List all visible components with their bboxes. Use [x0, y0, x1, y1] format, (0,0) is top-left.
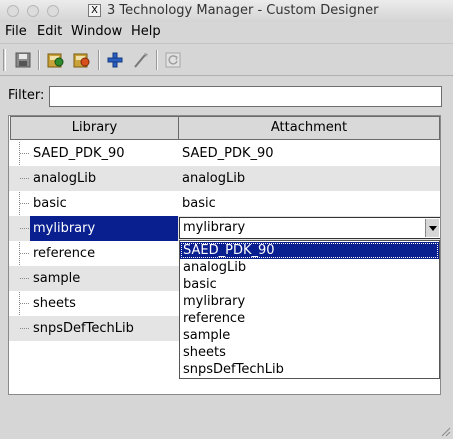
menu-file[interactable]: File: [5, 24, 27, 39]
dropdown-option[interactable]: SAED_PDK_90: [180, 242, 439, 259]
refresh-icon[interactable]: [164, 51, 182, 69]
dropdown-option[interactable]: snpsDefTechLib: [180, 361, 439, 378]
tree-connector: [20, 328, 29, 329]
dropdown-option[interactable]: sample: [180, 327, 439, 344]
combo-dropdown-button[interactable]: [425, 219, 439, 237]
filter-label: Filter:: [8, 88, 45, 103]
library-cell: mylibrary: [33, 221, 96, 236]
menu-help[interactable]: Help: [131, 24, 161, 39]
save-icon[interactable]: [14, 51, 32, 69]
library-cell: analogLib: [33, 171, 97, 186]
dropdown-option[interactable]: basic: [180, 276, 439, 293]
tree-connector: [20, 203, 29, 204]
menu-bar: File Edit Window Help: [0, 22, 453, 42]
export-icon[interactable]: [47, 51, 65, 69]
resize-grip-icon[interactable]: [439, 425, 451, 437]
attachment-cell: analogLib: [182, 171, 246, 186]
library-cell: sample: [33, 271, 81, 286]
tree-connector: [20, 303, 29, 304]
add-icon[interactable]: [106, 51, 124, 69]
minimize-window-button[interactable]: [27, 5, 39, 17]
x11-app-icon: X: [88, 4, 101, 17]
chevron-down-icon: [429, 226, 437, 231]
table-row[interactable]: basic basic: [9, 191, 440, 216]
dropdown-option[interactable]: sheets: [180, 344, 439, 361]
attachment-cell: basic: [182, 196, 216, 211]
toolbar-separator: [98, 50, 100, 70]
library-cell: snpsDefTechLib: [33, 321, 134, 336]
filter-input[interactable]: [49, 86, 442, 107]
menu-window[interactable]: Window: [71, 24, 122, 39]
attachment-cell: SAED_PDK_90: [182, 146, 274, 161]
close-window-button[interactable]: [7, 5, 19, 17]
tree-connector: [20, 278, 29, 279]
dropdown-option[interactable]: analogLib: [180, 259, 439, 276]
toolbar-grip[interactable]: [3, 49, 6, 71]
window-title: 3 Technology Manager - Custom Designer: [107, 3, 379, 18]
toolbar-separator: [156, 50, 158, 70]
dropdown-option[interactable]: reference: [180, 310, 439, 327]
dropdown-option[interactable]: mylibrary: [180, 293, 439, 310]
library-cell: SAED_PDK_90: [33, 146, 125, 161]
library-cell: reference: [33, 246, 96, 261]
toolbar: [0, 43, 453, 76]
import-icon[interactable]: [73, 51, 91, 69]
table-row[interactable]: analogLib analogLib: [9, 166, 440, 191]
attachment-combo-box[interactable]: mylibrary: [179, 217, 440, 239]
column-header-attachment[interactable]: Attachment: [178, 116, 440, 140]
combo-value: mylibrary: [183, 220, 246, 235]
tree-connector: [20, 153, 29, 154]
column-header-library[interactable]: Library: [10, 116, 179, 140]
tree-connector: [20, 228, 29, 229]
table-row[interactable]: SAED_PDK_90 SAED_PDK_90: [9, 141, 440, 166]
title-bar: X 3 Technology Manager - Custom Designer: [0, 0, 453, 23]
menu-edit[interactable]: Edit: [37, 24, 62, 39]
zoom-window-button[interactable]: [47, 5, 59, 17]
attachment-dropdown-list: SAED_PDK_90 analogLib basic mylibrary re…: [179, 240, 440, 379]
tree-connector: [20, 178, 29, 179]
library-cell: sheets: [33, 296, 76, 311]
tree-connector: [20, 253, 29, 254]
toolbar-separator: [38, 50, 40, 70]
library-cell: basic: [33, 196, 67, 211]
edit-wand-icon[interactable]: [132, 51, 150, 69]
